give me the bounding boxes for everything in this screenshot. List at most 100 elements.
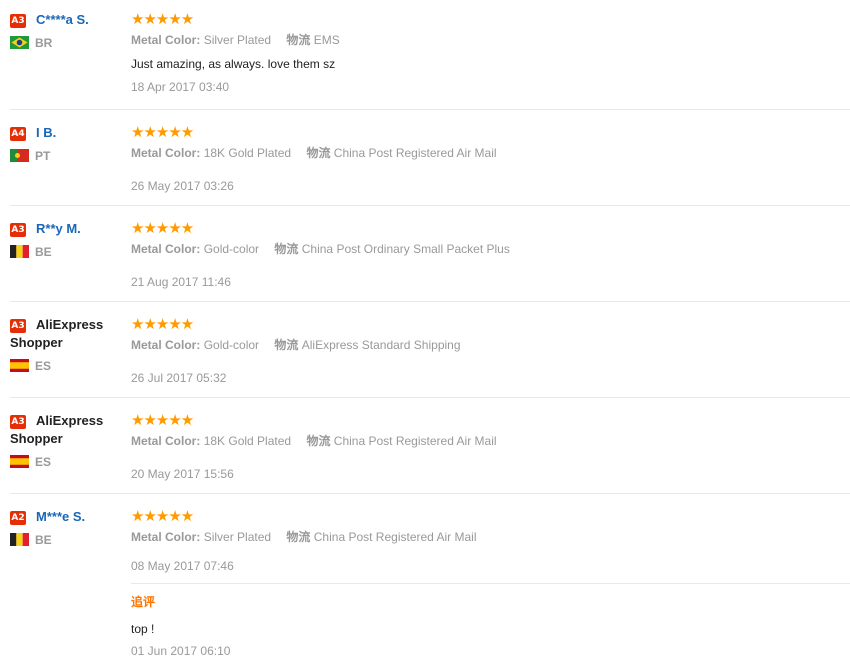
review-feedback: ★★★★★ Metal Color: 18K Gold Plated 物流 Ch… (131, 123, 850, 161)
logistics-label: 物流 (274, 338, 299, 352)
reviewer-country: BE (10, 533, 125, 547)
order-attributes: Metal Color: Silver Plated 物流 EMS (131, 32, 850, 48)
level-badge: A4 (10, 127, 26, 141)
country-code: ES (35, 455, 52, 469)
logistics-label: 物流 (306, 146, 331, 160)
appended-review-title: 追评 (131, 595, 156, 609)
shipping-value: China Post Registered Air Mail (313, 530, 477, 544)
country-code: BE (35, 533, 52, 547)
metal-color-label: Metal Color: (131, 242, 201, 256)
review-date: 26 May 2017 03:26 (131, 179, 234, 193)
level-badge: A3 (10, 319, 26, 333)
reviewer-info: A3 C****a S. BR (10, 11, 125, 50)
country-code: ES (35, 359, 52, 373)
belgium-flag-icon (10, 245, 29, 258)
reviewer-name-line: A3 AliExpress Shopper (10, 316, 125, 352)
reviewer-name-line: A2 M***e S. (10, 508, 125, 526)
logistics-label: 物流 (274, 242, 299, 256)
logistics-label: 物流 (286, 530, 311, 544)
metal-color-label: Metal Color: (131, 146, 201, 160)
reviewer-name-line: A3 R**y M. (10, 220, 125, 238)
belgium-flag-icon (10, 533, 29, 546)
review-comment: Just amazing, as always. love them sz (131, 57, 336, 71)
reviewer-name-line: A4 I B. (10, 124, 125, 142)
shipping-value: China Post Registered Air Mail (333, 434, 497, 448)
order-attributes: Metal Color: Silver Plated 物流 China Post… (131, 529, 850, 545)
country-code: PT (35, 149, 51, 163)
level-badge: A3 (10, 223, 26, 237)
reviewer-country: PT (10, 149, 125, 163)
reviewer-info: A4 I B. PT (10, 124, 125, 163)
appended-review-comment: top ! (131, 622, 155, 636)
reviewer-country: BR (10, 36, 125, 50)
brazil-flag-icon (10, 36, 29, 49)
star-rating: ★★★★★ (131, 507, 194, 525)
appended-review: 追评 top ! 01 Jun 2017 06:10 (131, 583, 850, 659)
reviewer-name-line: A3 C****a S. (10, 11, 125, 29)
star-rating: ★★★★★ (131, 219, 194, 237)
level-badge: A3 (10, 14, 26, 28)
reviewer-name-line: A3 AliExpress Shopper (10, 412, 125, 448)
metal-color-value: 18K Gold Plated (203, 434, 292, 448)
spain-flag-icon (10, 455, 29, 468)
review-feedback: ★★★★★ Metal Color: Silver Plated 物流 Chin… (131, 507, 850, 545)
review-item: A3 AliExpress Shopper ES ★★★★★ Metal Colo… (10, 398, 850, 494)
reviewer-info: A3 AliExpress Shopper ES (10, 316, 125, 373)
reviewer-country: BE (10, 245, 125, 259)
level-badge: A2 (10, 511, 26, 525)
star-rating: ★★★★★ (131, 411, 194, 429)
spain-flag-icon (10, 359, 29, 372)
metal-color-value: Gold-color (203, 338, 260, 352)
metal-color-label: Metal Color: (131, 434, 201, 448)
review-date: 26 Jul 2017 05:32 (131, 371, 227, 385)
reviewer-name[interactable]: M***e S. (36, 509, 85, 524)
review-date: 20 May 2017 15:56 (131, 467, 234, 481)
country-code: BR (35, 36, 53, 50)
reviewer-info: A3 AliExpress Shopper ES (10, 412, 125, 469)
star-rating: ★★★★★ (131, 10, 194, 28)
reviewer-info: A3 R**y M. BE (10, 220, 125, 259)
review-feedback: ★★★★★ Metal Color: Gold-color 物流 AliExpr… (131, 315, 850, 353)
reviewer-country: ES (10, 455, 125, 469)
review-feedback: ★★★★★ Metal Color: Silver Plated 物流 EMS … (131, 10, 850, 72)
reviewer-name[interactable]: I B. (36, 125, 56, 140)
logistics-label: 物流 (286, 33, 311, 47)
reviewer-country: ES (10, 359, 125, 373)
metal-color-value: 18K Gold Plated (203, 146, 292, 160)
metal-color-label: Metal Color: (131, 338, 201, 352)
order-attributes: Metal Color: Gold-color 物流 AliExpress St… (131, 337, 850, 353)
shipping-value: China Post Registered Air Mail (333, 146, 497, 160)
review-feedback: ★★★★★ Metal Color: 18K Gold Plated 物流 Ch… (131, 411, 850, 449)
order-attributes: Metal Color: 18K Gold Plated 物流 China Po… (131, 433, 850, 449)
order-attributes: Metal Color: Gold-color 物流 China Post Or… (131, 241, 850, 257)
country-code: BE (35, 245, 52, 259)
shipping-value: EMS (313, 33, 340, 47)
metal-color-value: Silver Plated (203, 33, 272, 47)
reviewer-name[interactable]: R**y M. (36, 221, 81, 236)
reviewer-name[interactable]: C****a S. (36, 12, 89, 27)
review-date: 18 Apr 2017 03:40 (131, 80, 230, 94)
review-item: A3 R**y M. BE ★★★★★ Metal Color: Gold-col… (10, 206, 850, 302)
level-badge: A3 (10, 415, 26, 429)
appended-review-date: 01 Jun 2017 06:10 (131, 644, 231, 658)
review-item: A2 M***e S. BE ★★★★★ Metal Color: Silver … (10, 494, 850, 670)
metal-color-label: Metal Color: (131, 33, 201, 47)
logistics-label: 物流 (306, 434, 331, 448)
shipping-value: AliExpress Standard Shipping (301, 338, 461, 352)
review-date: 08 May 2017 07:46 (131, 559, 234, 573)
review-item: A4 I B. PT ★★★★★ Metal Color: 18K Gold Pl… (10, 110, 850, 206)
metal-color-value: Gold-color (203, 242, 260, 256)
reviews-list: A3 C****a S. BR ★★★★★ Metal Color: Silver… (0, 0, 850, 670)
review-item: A3 AliExpress Shopper ES ★★★★★ Metal Colo… (10, 302, 850, 398)
review-item: A3 C****a S. BR ★★★★★ Metal Color: Silver… (10, 0, 850, 110)
star-rating: ★★★★★ (131, 123, 194, 141)
metal-color-value: Silver Plated (203, 530, 272, 544)
reviewer-info: A2 M***e S. BE (10, 508, 125, 547)
portugal-flag-icon (10, 149, 29, 162)
metal-color-label: Metal Color: (131, 530, 201, 544)
review-feedback: ★★★★★ Metal Color: Gold-color 物流 China P… (131, 219, 850, 257)
order-attributes: Metal Color: 18K Gold Plated 物流 China Po… (131, 145, 850, 161)
review-date: 21 Aug 2017 11:46 (131, 275, 231, 289)
shipping-value: China Post Ordinary Small Packet Plus (301, 242, 510, 256)
star-rating: ★★★★★ (131, 315, 194, 333)
